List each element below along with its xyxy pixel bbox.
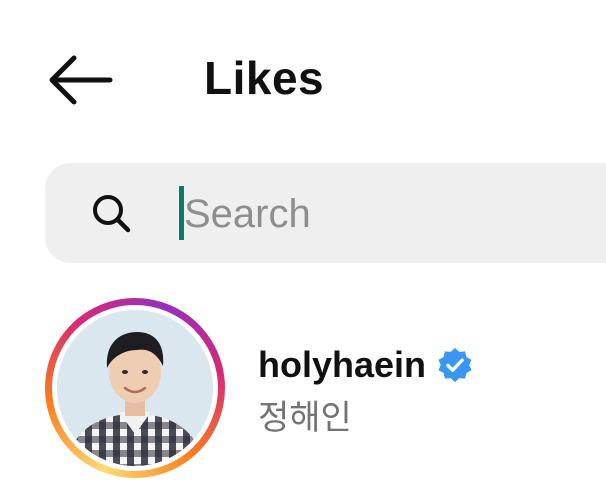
full-name: 정해인: [258, 398, 352, 438]
search-input[interactable]: [178, 185, 604, 243]
username-line: holyhaein: [258, 342, 474, 388]
text-cursor: [179, 186, 184, 240]
search-icon: [93, 195, 131, 233]
avatar-image: [57, 310, 213, 466]
avatar[interactable]: [57, 310, 213, 466]
back-button[interactable]: [42, 52, 116, 108]
arrow-left-icon: [49, 55, 113, 105]
likes-screen: Likes ho: [0, 0, 606, 495]
header: Likes: [0, 0, 606, 150]
username[interactable]: holyhaein: [258, 342, 426, 388]
verified-badge-icon: [438, 347, 472, 383]
page-title: Likes: [204, 52, 325, 104]
